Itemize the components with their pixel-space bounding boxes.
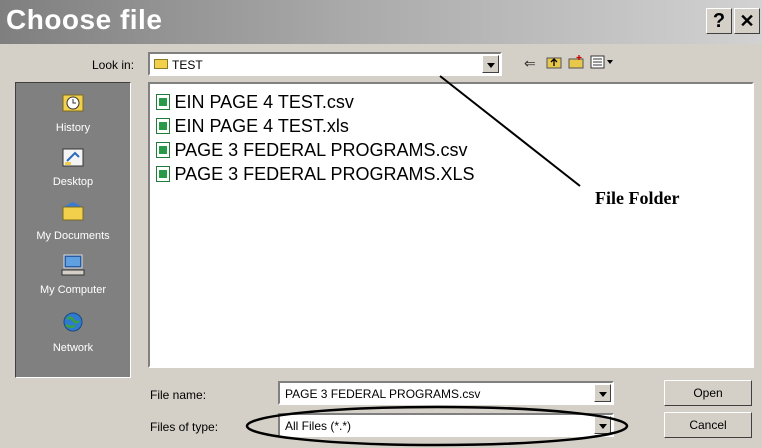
annotation-ellipse (245, 405, 629, 447)
choose-file-dialog: Choose file ? ✕ Look in: TEST ⇐ History (0, 0, 762, 448)
open-button[interactable]: Open (664, 380, 752, 406)
cancel-button[interactable]: Cancel (664, 412, 752, 438)
